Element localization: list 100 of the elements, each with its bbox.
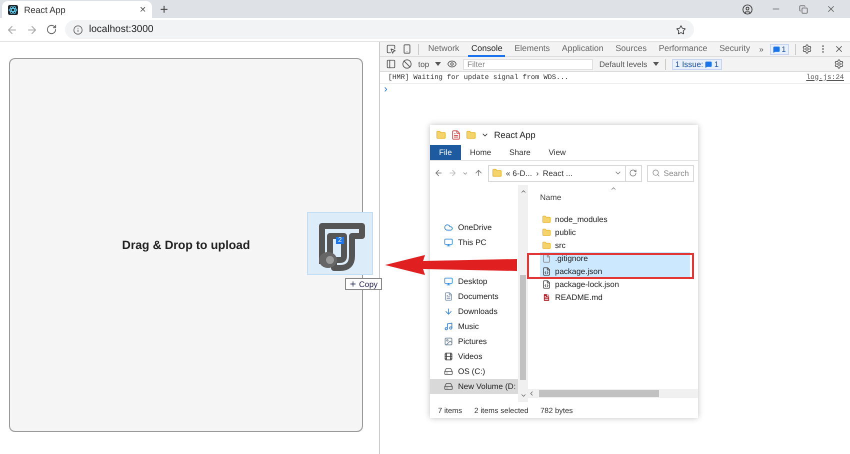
refresh-icon — [629, 169, 638, 177]
more-tabs-button[interactable]: » — [759, 44, 764, 54]
nav-item[interactable]: OS (C:) — [430, 364, 488, 379]
file-item[interactable]: README.md — [540, 291, 605, 304]
messages-badge[interactable]: 1 — [770, 44, 789, 54]
message-icon — [772, 46, 780, 52]
ribbon-tab[interactable]: Share — [500, 145, 540, 160]
nav-item[interactable]: New Volume (D: — [430, 379, 518, 394]
nav-item[interactable]: Pictures — [430, 334, 489, 349]
folder-icon — [436, 130, 446, 140]
inspect-icon[interactable] — [386, 44, 396, 54]
folder-icon — [492, 168, 502, 178]
devtools-tab[interactable]: Network — [425, 42, 462, 56]
drive-icon — [444, 382, 453, 391]
devtools-tab[interactable]: Sources — [612, 42, 650, 56]
drop-zone-label: Drag & Drop to upload — [122, 238, 250, 252]
properties-icon[interactable] — [451, 130, 461, 140]
code-file-icon — [542, 267, 551, 276]
caret-icon[interactable] — [653, 62, 660, 66]
pictures-icon — [444, 337, 453, 346]
refresh-button[interactable] — [624, 164, 642, 182]
search-field[interactable]: Search — [646, 164, 694, 182]
sort-icon — [610, 185, 617, 192]
new-tab-button[interactable]: + — [152, 1, 176, 17]
window-title: React App — [494, 130, 536, 140]
download-icon — [444, 307, 453, 316]
sidebar-icon[interactable] — [386, 59, 396, 69]
info-icon — [73, 24, 83, 34]
path-field[interactable]: « 6-D... › React ... — [488, 164, 626, 182]
caret-icon[interactable] — [481, 131, 489, 139]
folder-icon — [466, 130, 476, 140]
atom-icon — [8, 4, 18, 14]
folder-icon — [542, 241, 551, 250]
ribbon-tab[interactable]: File — [430, 145, 461, 160]
file-item[interactable]: node_modules — [540, 213, 610, 226]
file-item[interactable]: package-lock.json — [540, 278, 622, 291]
issues-button[interactable]: 1 Issue: 1 — [672, 58, 722, 70]
nav-item[interactable]: Downloads — [430, 304, 500, 319]
folder-icon — [542, 215, 551, 224]
levels-dropdown[interactable]: Default levels — [599, 60, 648, 68]
nav-item[interactable]: Videos — [430, 349, 484, 364]
settings-icon[interactable] — [802, 44, 812, 54]
document-icon — [444, 292, 453, 301]
path-segment[interactable]: « 6-D... — [506, 168, 532, 178]
profile-icon[interactable] — [742, 4, 753, 14]
horizontal-scrollbar[interactable] — [528, 389, 698, 398]
filter-field[interactable]: Filter — [463, 58, 594, 70]
up-icon[interactable] — [474, 168, 483, 178]
cloud-icon — [444, 223, 453, 232]
file-item[interactable]: src — [540, 239, 568, 252]
browser-tab[interactable]: React App × — [2, 1, 152, 18]
nav-item[interactable]: Documents — [430, 289, 500, 304]
tab-title: React App — [24, 4, 67, 14]
nav-item[interactable]: This PC — [430, 235, 488, 250]
devtools-tab[interactable]: Elements — [511, 42, 553, 56]
restore-icon[interactable] — [799, 4, 808, 14]
column-header[interactable]: Name — [540, 193, 562, 202]
ribbon-tab[interactable]: View — [540, 145, 575, 160]
message-icon — [705, 60, 712, 68]
clear-icon[interactable] — [402, 59, 412, 69]
pc-icon — [444, 238, 453, 247]
console-prompt[interactable]: › — [380, 84, 850, 95]
nav-item[interactable]: Music — [430, 319, 481, 334]
devtools-tab[interactable]: Performance — [656, 42, 710, 56]
path-segment[interactable]: React ... — [542, 168, 573, 178]
path-segment[interactable]: › — [536, 168, 539, 178]
code-file-icon — [542, 280, 551, 289]
music-icon — [444, 322, 453, 331]
settings-icon[interactable] — [834, 59, 844, 69]
close-icon[interactable] — [834, 44, 844, 54]
devtools-tab[interactable]: Security — [716, 42, 754, 56]
ribbon-tab[interactable]: Home — [460, 145, 500, 160]
file-item[interactable]: public — [540, 226, 578, 239]
video-icon — [444, 352, 453, 361]
device-icon[interactable] — [402, 44, 412, 54]
file-icon — [542, 254, 551, 263]
reload-icon[interactable] — [46, 24, 57, 35]
scrollbar[interactable] — [518, 185, 528, 402]
close-icon[interactable] — [826, 4, 836, 14]
drive-icon — [444, 367, 453, 376]
folder-icon — [542, 228, 551, 237]
context-dropdown[interactable]: top — [418, 60, 430, 68]
back-icon[interactable] — [434, 168, 444, 178]
nav-item[interactable]: Desktop — [430, 274, 490, 289]
nav-item[interactable]: OneDrive — [430, 220, 494, 235]
address-bar[interactable]: localhost:3000 — [65, 20, 694, 39]
plus-icon — [349, 280, 357, 288]
url-text: localhost:3000 — [89, 24, 154, 35]
scroll-up-icon[interactable] — [520, 188, 526, 195]
eye-icon[interactable] — [447, 59, 458, 69]
caret-icon[interactable] — [435, 62, 442, 66]
scroll-left-icon[interactable] — [528, 390, 535, 397]
document-icon — [542, 293, 551, 302]
search-icon — [652, 169, 660, 177]
bookmark-star-icon[interactable] — [676, 24, 686, 34]
scroll-down-icon[interactable] — [520, 392, 526, 399]
close-tab-button[interactable]: × — [140, 4, 146, 16]
devtools-tab[interactable]: Application — [558, 42, 607, 56]
file-item[interactable]: package.json — [540, 265, 690, 278]
desktop-icon — [444, 277, 453, 286]
